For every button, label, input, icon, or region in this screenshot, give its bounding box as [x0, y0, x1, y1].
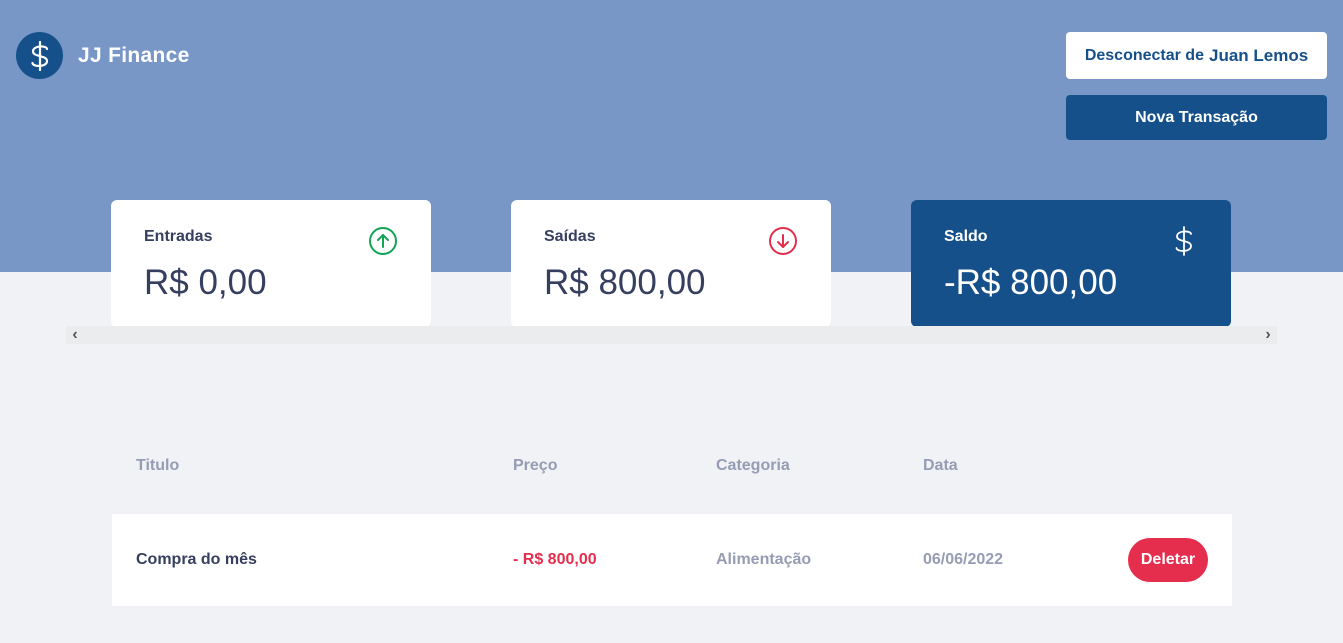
transaction-title: Compra do mês — [136, 551, 257, 568]
income-card: Entradas R$ 0,00 — [111, 200, 431, 327]
column-header-date: Data — [923, 457, 958, 474]
table-row: Compra do mês - R$ 800,00 Alimentação 06… — [112, 514, 1232, 606]
balance-label: Saldo — [944, 228, 988, 245]
outcome-label: Saídas — [544, 228, 596, 245]
column-header-category: Categoria — [716, 457, 790, 474]
user-name: Juan Lemos — [1208, 45, 1309, 65]
disconnect-button[interactable]: Desconectar de Juan Lemos — [1066, 32, 1327, 79]
new-transaction-button[interactable]: Nova Transação — [1066, 95, 1327, 140]
arrow-up-circle-icon — [369, 227, 397, 255]
delete-button[interactable]: Deletar — [1128, 538, 1208, 582]
transaction-category: Alimentação — [716, 551, 812, 568]
column-header-price: Preço — [513, 457, 558, 474]
horizontal-scrollbar[interactable] — [66, 326, 1277, 344]
dollar-icon — [1175, 226, 1192, 256]
chevron-left-icon[interactable]: ‹ — [66, 326, 84, 344]
column-header-title: Titulo — [136, 457, 180, 474]
outcome-card: Saídas R$ 800,00 — [511, 200, 831, 327]
balance-value: -R$ 800,00 — [944, 263, 1118, 302]
transaction-date: 06/06/2022 — [923, 551, 1004, 568]
arrow-down-circle-icon — [769, 227, 797, 255]
transaction-price: - R$ 800,00 — [513, 551, 597, 568]
balance-card: Saldo -R$ 800,00 — [911, 200, 1231, 327]
income-value: R$ 0,00 — [144, 263, 267, 302]
outcome-value: R$ 800,00 — [544, 263, 706, 302]
income-label: Entradas — [144, 228, 213, 245]
chevron-right-icon[interactable]: › — [1259, 326, 1277, 344]
app-logo: JJ Finance — [16, 32, 190, 79]
app-title: JJ Finance — [78, 43, 190, 67]
dollar-icon — [16, 32, 63, 79]
disconnect-label: Desconectar de — [1084, 46, 1204, 64]
